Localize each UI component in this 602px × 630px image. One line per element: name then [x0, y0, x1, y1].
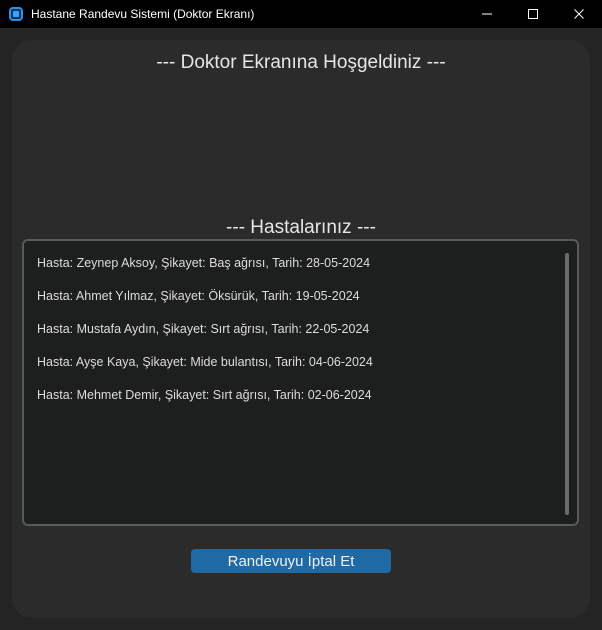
window-controls [464, 0, 602, 28]
app-icon [9, 7, 23, 21]
window-titlebar: Hastane Randevu Sistemi (Doktor Ekranı) [0, 0, 602, 28]
close-button[interactable] [556, 0, 602, 28]
list-item[interactable]: Hasta: Mehmet Demir, Şikayet: Sırt ağrıs… [37, 387, 373, 420]
maximize-icon [528, 9, 538, 19]
patient-list: Hasta: Zeynep Aksoy, Şikayet: Baş ağrısı… [37, 255, 373, 420]
minimize-icon [482, 13, 492, 15]
doctor-panel: --- Doktor Ekranına Hoşgeldiniz --- --- … [12, 40, 590, 618]
list-item[interactable]: Hasta: Ahmet Yılmaz, Şikayet: Öksürük, T… [37, 288, 373, 321]
maximize-button[interactable] [510, 0, 556, 28]
window-title: Hastane Randevu Sistemi (Doktor Ekranı) [31, 7, 255, 21]
list-item[interactable]: Hasta: Ayşe Kaya, Şikayet: Mide bulantıs… [37, 354, 373, 387]
patient-list-box[interactable]: Hasta: Zeynep Aksoy, Şikayet: Baş ağrısı… [22, 239, 579, 526]
welcome-heading: --- Doktor Ekranına Hoşgeldiniz --- [156, 52, 446, 73]
list-scrollbar[interactable] [565, 253, 569, 515]
list-item[interactable]: Hasta: Zeynep Aksoy, Şikayet: Baş ağrısı… [37, 255, 373, 288]
close-icon [574, 9, 584, 19]
cancel-appointment-button[interactable]: Randevuyu İptal Et [191, 549, 391, 573]
minimize-button[interactable] [464, 0, 510, 28]
list-item[interactable]: Hasta: Mustafa Aydın, Şikayet: Sırt ağrı… [37, 321, 373, 354]
patients-heading: --- Hastalarınız --- [226, 217, 376, 238]
